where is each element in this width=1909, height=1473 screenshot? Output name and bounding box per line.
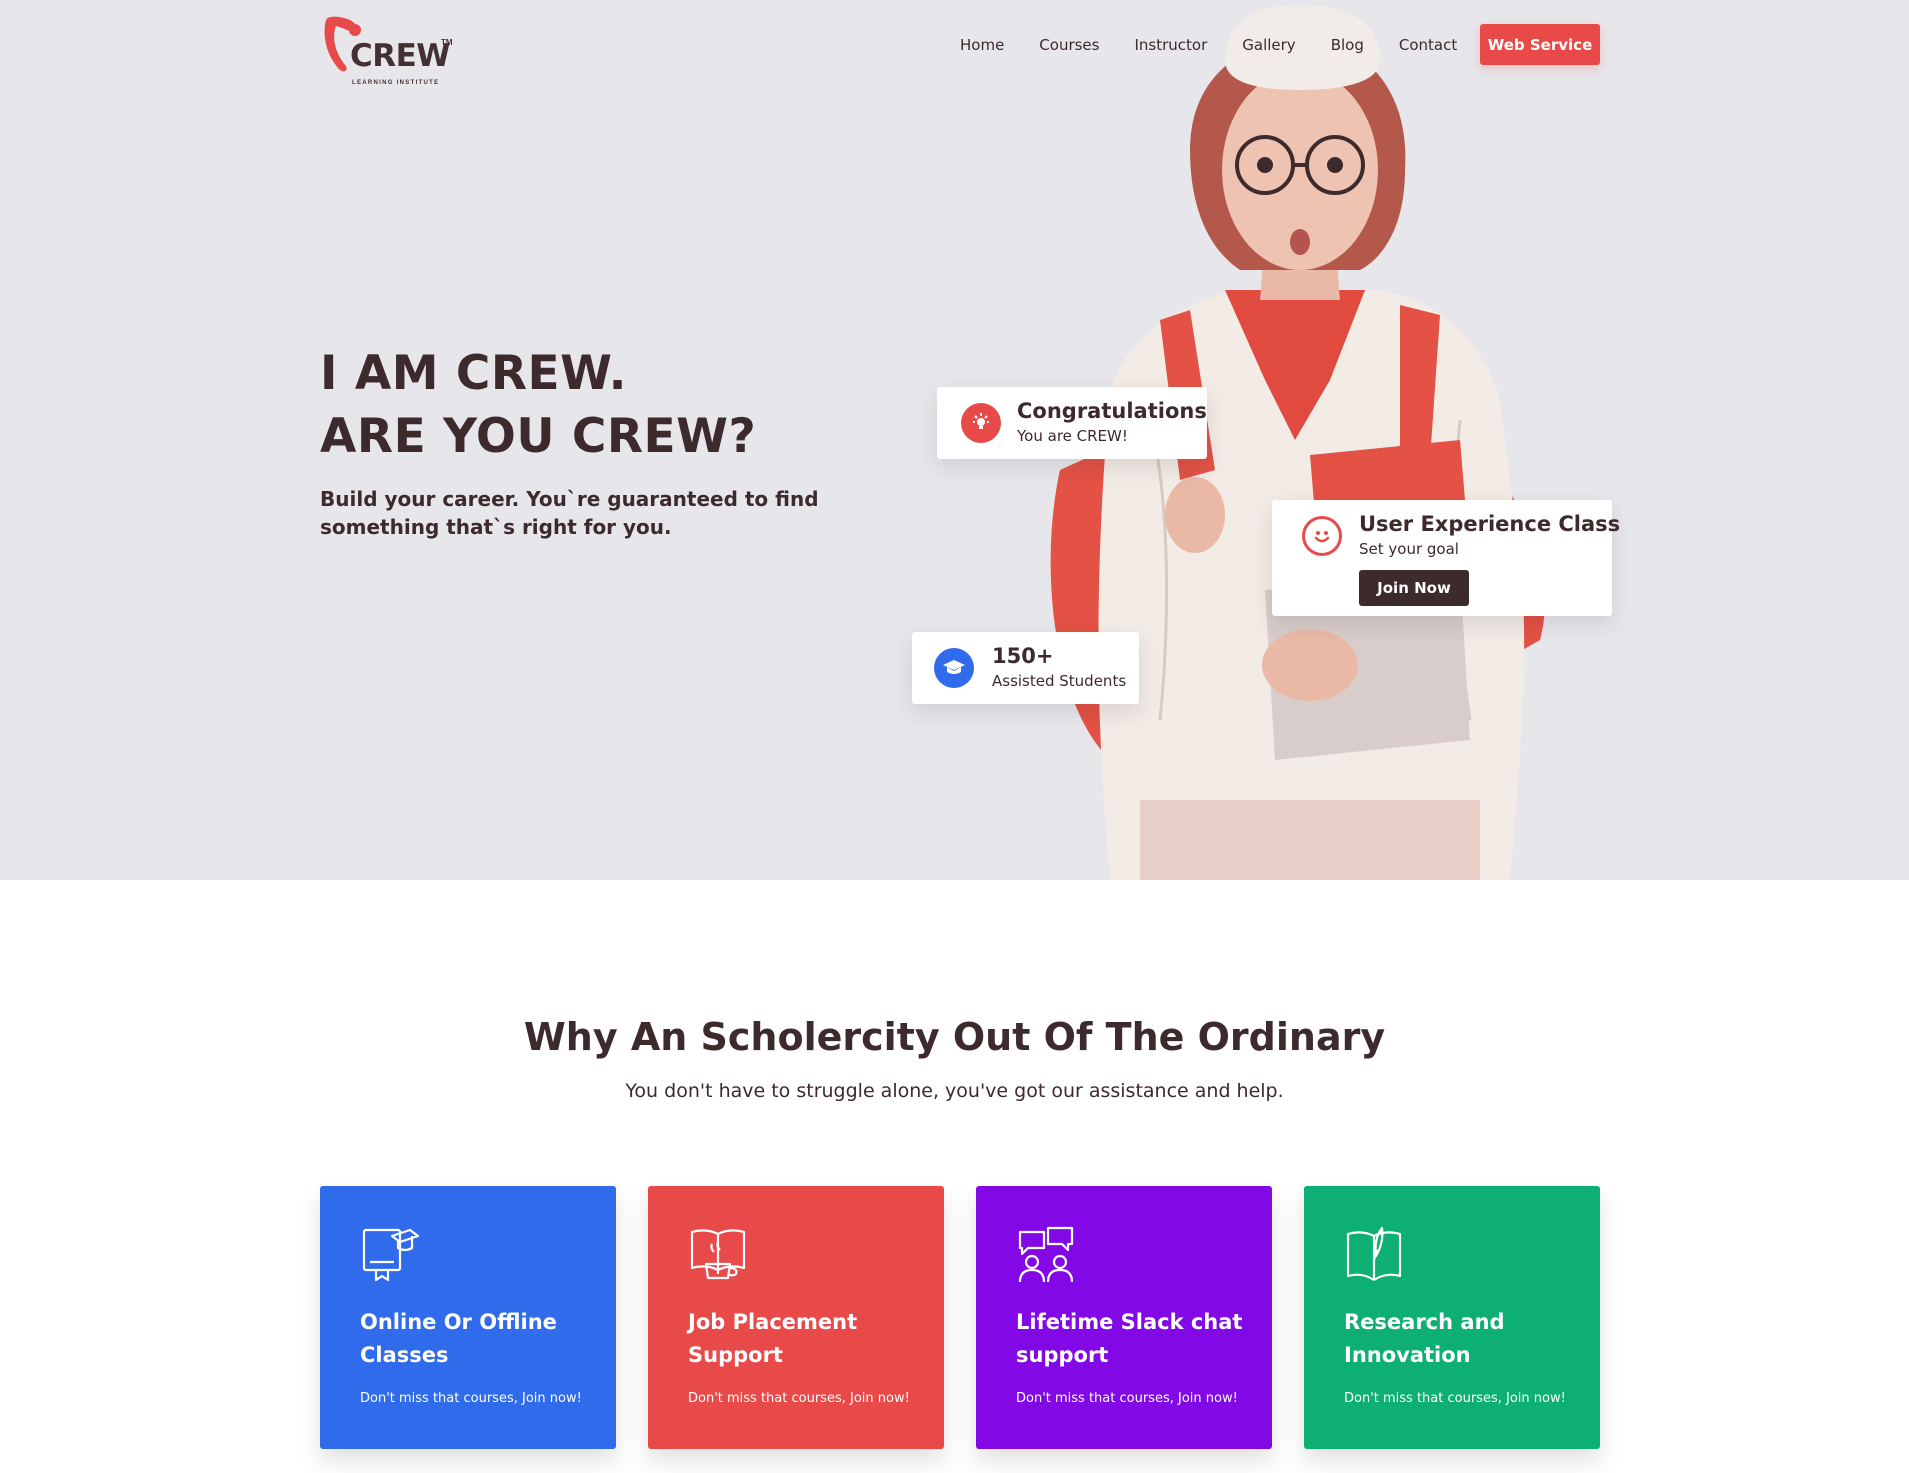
ux-class-subtitle: Set your goal (1359, 540, 1459, 558)
why-section-subtitle: You don't have to struggle alone, you've… (625, 1080, 1284, 1102)
hero-subtitle: Build your career. You`re guaranteed to … (320, 487, 819, 539)
feature-title: Lifetime Slack chat support (1016, 1310, 1243, 1367)
hero-section: CREW TM LEARNING INSTITUTE Home Courses … (0, 0, 1909, 880)
chat-people-icon (1018, 1226, 1074, 1283)
why-section-title: Why An Scholercity Out Of The Ordinary (523, 1015, 1386, 1059)
main-nav: Home Courses Instructor Gallery Blog Con… (960, 24, 1600, 65)
feature-title: Job Placement Support (688, 1310, 858, 1367)
logo-trademark: TM (441, 38, 453, 47)
feature-desc: Don't miss that courses, Join now! (360, 1391, 582, 1406)
book-quill-icon (1346, 1226, 1402, 1281)
feature-card-online-classes[interactable]: Online Or Offline Classes Don't miss tha… (320, 1186, 616, 1449)
feature-desc: Don't miss that courses, Join now! (1016, 1391, 1238, 1406)
nav-gallery[interactable]: Gallery (1242, 36, 1295, 54)
ux-class-card: User Experience Class Set your goal Join… (1272, 500, 1620, 616)
students-count: 150+ (992, 644, 1054, 668)
lightbulb-icon (961, 403, 1001, 443)
nav-instructor[interactable]: Instructor (1134, 36, 1207, 54)
feature-card-slack-support[interactable]: Lifetime Slack chat support Don't miss t… (976, 1186, 1272, 1449)
congratulations-title: Congratulations (1017, 399, 1207, 423)
brand-logo[interactable]: CREW TM LEARNING INSTITUTE (320, 16, 453, 86)
congratulations-card: Congratulations You are CREW! (937, 387, 1207, 459)
book-coffee-icon (690, 1229, 746, 1280)
congratulations-subtitle: You are CREW! (1017, 427, 1128, 445)
graduation-cap-icon (934, 648, 974, 688)
hero-title-line-2: ARE YOU CREW? (320, 409, 757, 464)
smile-icon (1302, 516, 1342, 556)
nav-blog[interactable]: Blog (1331, 36, 1364, 54)
feature-card-job-placement[interactable]: Job Placement Support Don't miss that co… (648, 1186, 944, 1449)
assisted-students-card: 150+ Assisted Students (912, 632, 1139, 704)
nav-contact[interactable]: Contact (1399, 36, 1457, 54)
logo-tagline: LEARNING INSTITUTE (352, 80, 440, 86)
web-service-button[interactable]: Web Service (1480, 24, 1600, 65)
feature-card-research[interactable]: Research and Innovation Don't miss that … (1304, 1186, 1600, 1449)
ux-class-title: User Experience Class (1359, 512, 1621, 536)
students-label: Assisted Students (992, 672, 1127, 690)
nav-home[interactable]: Home (960, 36, 1004, 54)
logo-wordmark: CREW (350, 38, 451, 74)
feature-desc: Don't miss that courses, Join now! (688, 1391, 910, 1406)
certificate-icon (362, 1228, 420, 1282)
hero-title: I AM CREW. ARE YOU CREW? (320, 342, 756, 468)
feature-title: Online Or Offline Classes (360, 1310, 557, 1367)
join-now-button[interactable]: Join Now (1359, 570, 1469, 606)
feature-title: Research and Innovation (1344, 1310, 1505, 1367)
nav-courses[interactable]: Courses (1039, 36, 1099, 54)
hero-title-line-1: I AM CREW. (320, 346, 628, 401)
feature-desc: Don't miss that courses, Join now! (1344, 1391, 1566, 1406)
